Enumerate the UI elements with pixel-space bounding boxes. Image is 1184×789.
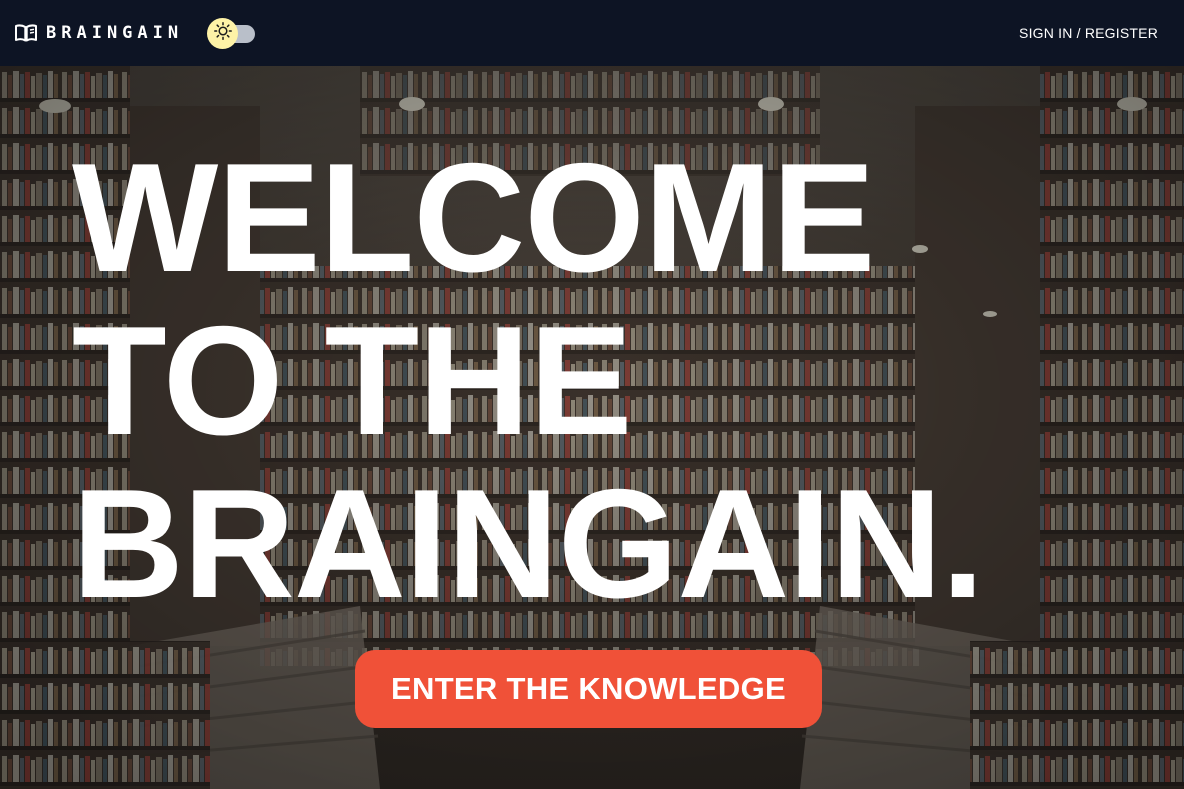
- page: BRAINGAIN SIGN IN / REGISTER WELCOME TO …: [0, 0, 1184, 789]
- open-book-icon: [14, 23, 38, 43]
- hero-title-line: TO THE: [72, 294, 633, 467]
- brand-logo[interactable]: BRAINGAIN: [14, 23, 183, 43]
- sun-icon: [213, 22, 232, 45]
- hero-title-line: WELCOME: [72, 131, 875, 304]
- brand-name: BRAINGAIN: [46, 23, 184, 43]
- navbar: BRAINGAIN SIGN IN / REGISTER: [0, 0, 1184, 66]
- hero-section: WELCOME TO THE BRAINGAIN. ENTER THE KNOW…: [0, 66, 1184, 789]
- hero-title-line: BRAINGAIN.: [72, 457, 984, 630]
- toggle-knob: [207, 18, 239, 49]
- sign-in-register-link[interactable]: SIGN IN / REGISTER: [1019, 25, 1158, 41]
- hero-title: WELCOME TO THE BRAINGAIN.: [72, 131, 984, 630]
- enter-knowledge-button[interactable]: ENTER THE KNOWLEDGE: [355, 650, 822, 728]
- theme-toggle[interactable]: [207, 17, 256, 49]
